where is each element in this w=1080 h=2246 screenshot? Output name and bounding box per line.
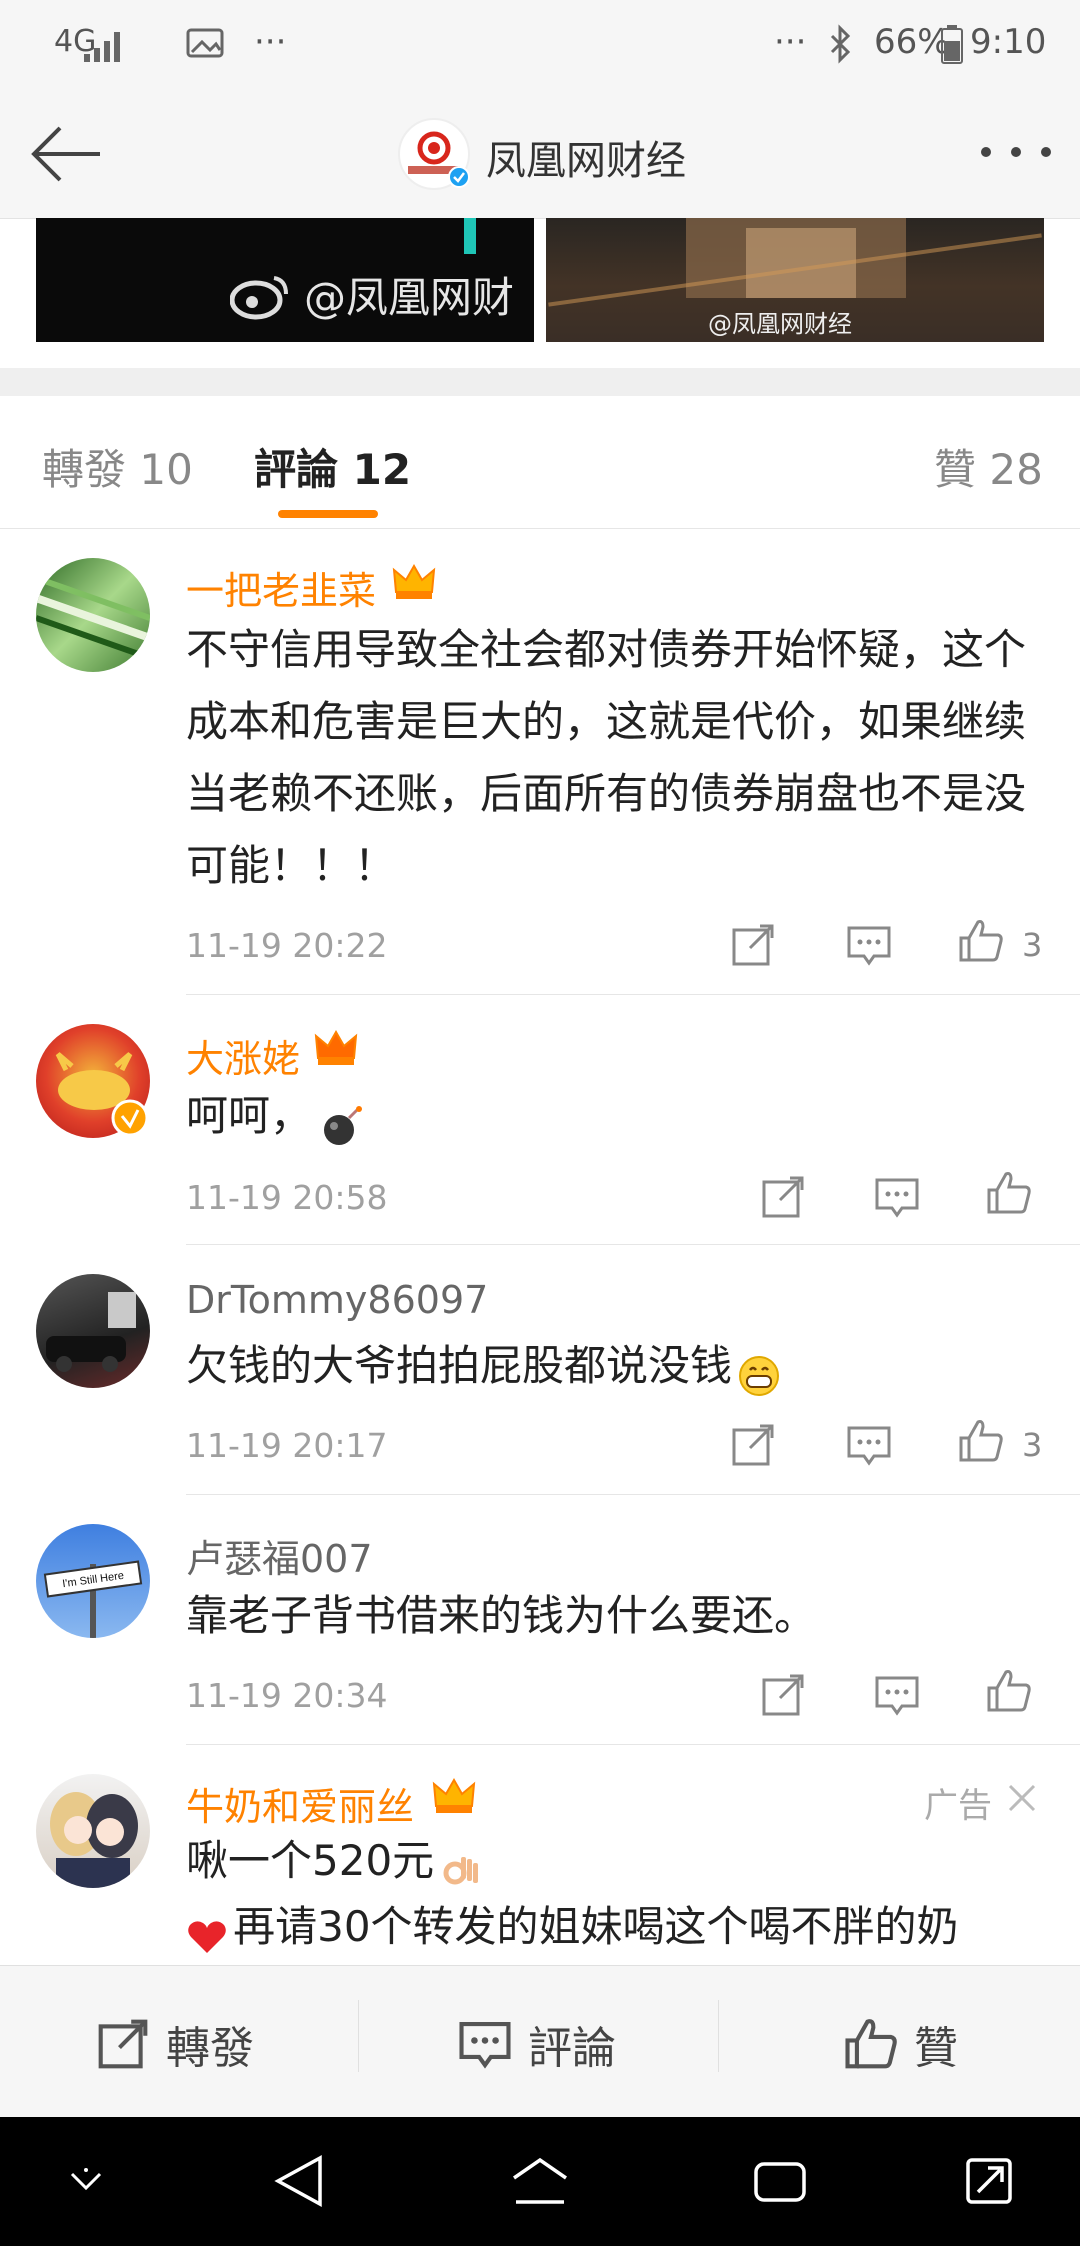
comment-text: 啾一个520元 — [186, 1836, 435, 1885]
like-icon[interactable] — [986, 1170, 1032, 1216]
like-count: 3 — [1022, 926, 1043, 964]
left-watermark: @凤凰网财 — [304, 273, 515, 322]
repost-button[interactable]: 轉發 — [96, 2012, 254, 2076]
reply-icon[interactable] — [874, 1174, 920, 1220]
like-count: 3 — [1022, 1426, 1043, 1464]
comment-username[interactable]: 牛奶和爱丽丝 — [186, 1776, 414, 1831]
tab-active-indicator — [278, 510, 378, 518]
comment-text: 不守信用导致全社会都对债券开始怀疑，这个成本和危害是巨大的，这就是代价，如果继续… — [186, 625, 1027, 890]
avatar[interactable] — [36, 1274, 150, 1388]
comment-username[interactable]: 卢瑟福007 — [186, 1528, 373, 1583]
clock: 9:10 — [970, 22, 1047, 62]
like-icon — [845, 2019, 897, 2069]
comment-text-row-2: 再请30个转发的姐妹喝这个喝不胖的奶 — [186, 1894, 959, 1960]
comment-text: 欠钱的大爷拍拍屁股都说没钱 — [186, 1341, 733, 1390]
nav-back-icon[interactable] — [274, 2154, 324, 2208]
comment-username[interactable]: 大涨姥 — [186, 1028, 300, 1083]
comment-button[interactable]: 評論 — [458, 2012, 616, 2076]
nav-recents-icon[interactable] — [752, 2160, 808, 2204]
ad-label: 广告 — [924, 1786, 992, 1826]
repost-icon[interactable] — [730, 922, 776, 968]
like-icon[interactable] — [986, 1668, 1032, 1714]
tab-likes[interactable]: 贊 28 — [934, 436, 1043, 497]
grin-emoji-icon — [739, 1355, 780, 1396]
repost-icon[interactable] — [760, 1174, 806, 1220]
nav-home-icon[interactable] — [510, 2156, 570, 2206]
right-watermark: @凤凰网财经 — [708, 310, 852, 338]
reply-icon[interactable] — [874, 1672, 920, 1718]
chart-candle — [464, 218, 476, 254]
anime-girls-image — [50, 1792, 138, 1888]
comment-separator — [186, 1744, 1080, 1745]
more-options-icon[interactable] — [976, 140, 1056, 164]
garage-car-image — [46, 1292, 136, 1372]
verified-badge-icon — [448, 166, 470, 188]
comment-separator — [186, 1244, 1080, 1245]
like-label: 贊 — [914, 2023, 958, 2074]
signal-icon — [84, 32, 120, 62]
avatar[interactable] — [36, 1774, 150, 1888]
toolbar-separator — [358, 2000, 359, 2072]
avatar[interactable] — [36, 558, 150, 672]
street-sign-image: I'm Still Here — [43, 1560, 143, 1638]
comment-time: 11-19 20:22 — [186, 926, 388, 965]
section-divider — [0, 368, 1080, 396]
toolbar-separator — [718, 2000, 719, 2072]
like-button[interactable]: 贊 — [844, 2012, 958, 2076]
battery-icon — [941, 25, 963, 64]
bomb-emoji-icon — [324, 1105, 363, 1145]
comment-text-row: 欠钱的大爷拍拍屁股都说没钱 — [186, 1330, 781, 1402]
verified-orange-badge-icon — [111, 1099, 149, 1137]
vip-crown-icon — [432, 1777, 476, 1813]
gallery-icon — [186, 28, 224, 58]
comment-text: 靠老子背书借来的钱为什么要还。 — [186, 1591, 817, 1640]
reply-icon[interactable] — [846, 1422, 892, 1468]
nav-expand-icon[interactable] — [964, 2154, 1014, 2208]
comment-label: 評論 — [528, 2023, 616, 2074]
page-title[interactable]: 凤凰网财经 — [486, 128, 686, 186]
tab-comments[interactable]: 評論 12 — [254, 436, 411, 497]
status-more-right: ··· — [774, 22, 807, 62]
vip-crown-icon — [314, 1029, 358, 1065]
repost-label: 轉發 — [166, 2023, 254, 2074]
repost-icon[interactable] — [730, 1422, 776, 1468]
weibo-logo-icon — [230, 276, 288, 320]
scallion-image — [36, 575, 150, 661]
tab-reposts[interactable]: 轉發 10 — [42, 436, 193, 497]
comment-separator — [186, 994, 1080, 995]
post-image-right[interactable]: @凤凰网财经 — [546, 218, 1044, 342]
comment-text-2: 再请30个转发的姐妹喝这个喝不胖的奶 — [233, 1902, 959, 1951]
comment-time: 11-19 20:58 — [186, 1178, 388, 1217]
like-icon[interactable] — [958, 1418, 1004, 1464]
comment-time: 11-19 20:34 — [186, 1676, 388, 1715]
comment-username[interactable]: 一把老韭菜 — [186, 560, 376, 615]
reply-icon[interactable] — [846, 922, 892, 968]
tabs-border — [0, 528, 1080, 529]
like-icon[interactable] — [958, 918, 1004, 964]
avatar[interactable]: I'm Still Here — [36, 1524, 150, 1638]
comment-separator — [186, 1494, 1080, 1495]
vip-crown-icon — [392, 563, 436, 599]
red-heart-icon — [188, 1920, 226, 1953]
status-more-left: ··· — [254, 22, 287, 62]
bluetooth-icon — [830, 24, 851, 64]
post-image-left[interactable]: @凤凰网财 — [36, 218, 534, 342]
battery-percent: 66% — [874, 22, 950, 62]
ok-hand-emoji-icon — [443, 1856, 479, 1884]
repost-icon[interactable] — [760, 1672, 806, 1718]
comment-username[interactable]: DrTommy86097 — [186, 1278, 488, 1322]
comment-icon — [459, 2021, 511, 2069]
comment-time: 11-19 20:17 — [186, 1426, 388, 1465]
back-arrow-icon[interactable] — [28, 122, 104, 186]
close-ad-icon[interactable] — [1006, 1782, 1038, 1814]
comment-text-row: 呵呵， — [186, 1080, 363, 1152]
nav-hide-icon[interactable] — [66, 2166, 106, 2196]
comment-text-row: 啾一个520元 — [186, 1828, 479, 1894]
comment-text: 呵呵， — [186, 1091, 313, 1140]
repost-icon — [98, 2019, 148, 2069]
